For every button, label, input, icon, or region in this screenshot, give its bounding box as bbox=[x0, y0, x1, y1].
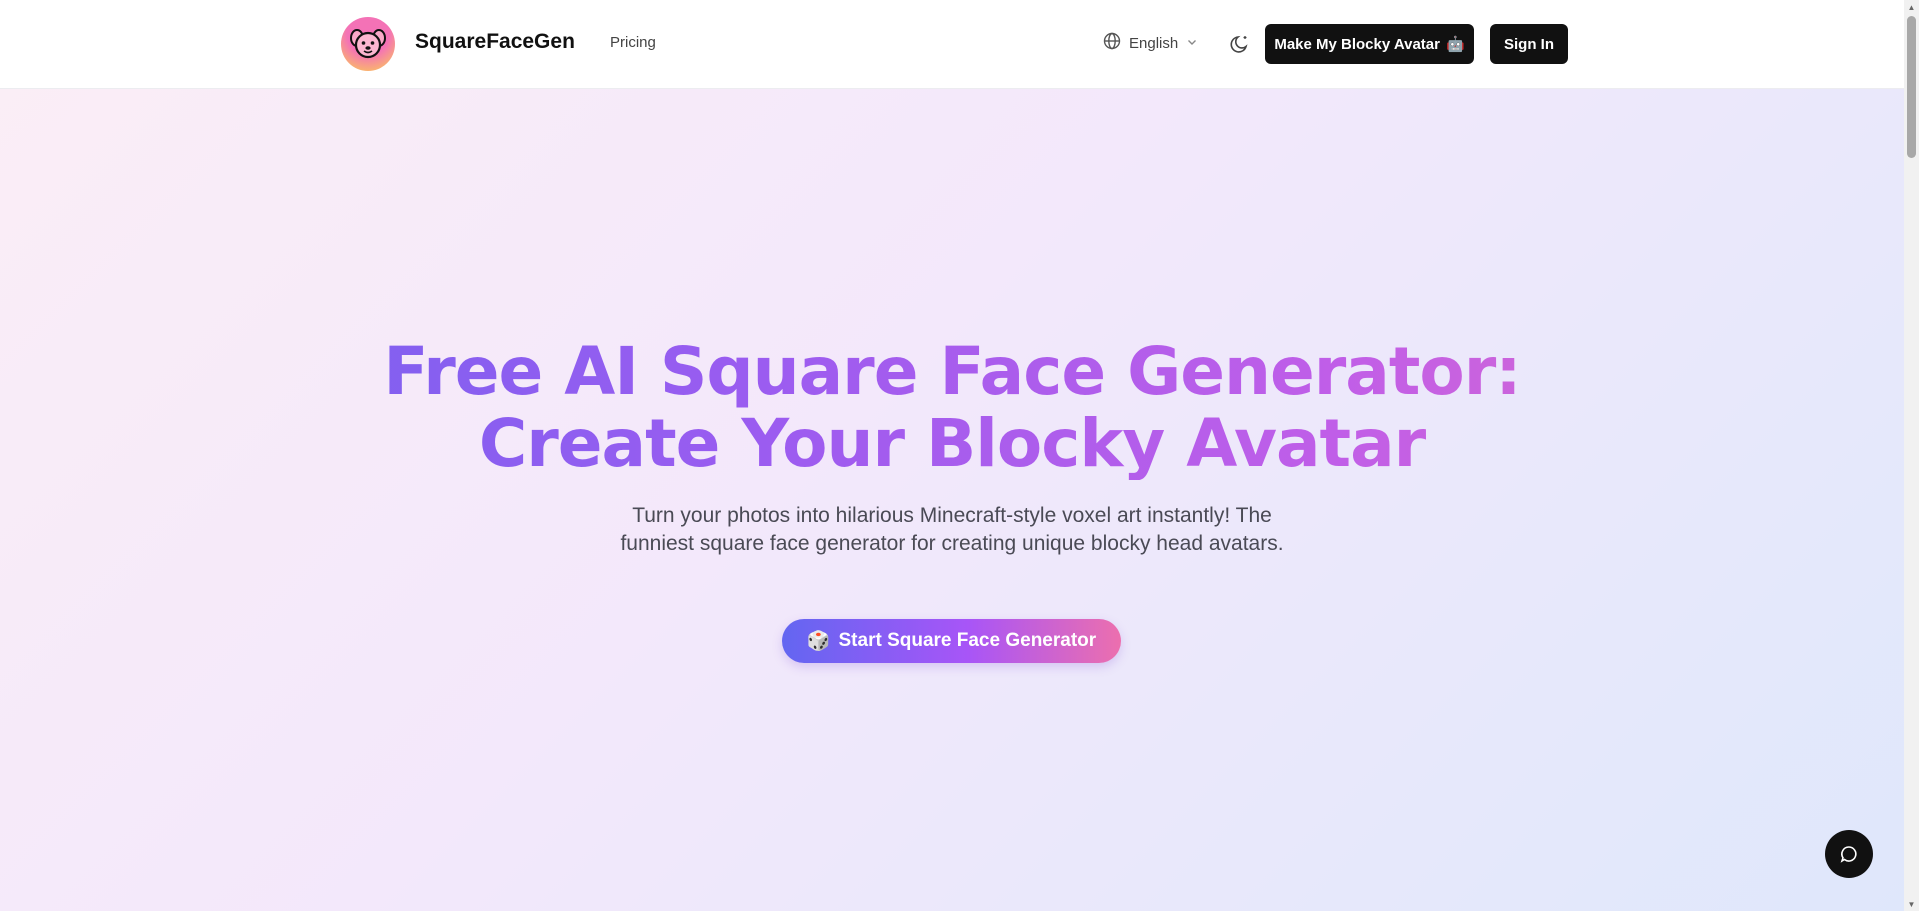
make-avatar-button[interactable]: Make My Blocky Avatar 🤖 bbox=[1265, 24, 1474, 64]
site-header: SquareFaceGen Pricing English Make My Bl… bbox=[0, 0, 1904, 89]
language-label: English bbox=[1129, 34, 1179, 52]
hero-title-line1: Free AI Square Face Generator: bbox=[383, 333, 1521, 410]
start-generator-label: Start Square Face Generator bbox=[838, 630, 1097, 651]
start-generator-button[interactable]: 🎲 Start Square Face Generator bbox=[782, 619, 1121, 663]
chevron-down-icon bbox=[1186, 35, 1198, 52]
hero-subtitle: Turn your photos into hilarious Minecraf… bbox=[620, 504, 1284, 555]
language-selector[interactable]: English bbox=[1103, 32, 1198, 54]
page-background: SquareFaceGen Pricing English Make My Bl… bbox=[0, 0, 1904, 911]
scrollbar-thumb[interactable] bbox=[1907, 16, 1916, 158]
scroll-up-arrow-icon[interactable]: ▲ bbox=[1904, 0, 1919, 14]
vertical-scrollbar[interactable]: ▲ ▼ bbox=[1904, 0, 1919, 911]
dice-icon: 🎲 bbox=[806, 631, 831, 652]
logo-dog-icon[interactable] bbox=[341, 17, 395, 71]
sign-in-button[interactable]: Sign In bbox=[1490, 24, 1568, 64]
nav-pricing-link[interactable]: Pricing bbox=[610, 34, 656, 51]
globe-icon bbox=[1103, 32, 1121, 54]
scroll-down-arrow-icon[interactable]: ▼ bbox=[1904, 897, 1919, 911]
robot-emoji-icon: 🤖 bbox=[1445, 36, 1465, 53]
theme-toggle-moon-icon[interactable] bbox=[1228, 32, 1252, 56]
hero-title-line2: Create Your Blocky Avatar bbox=[478, 405, 1426, 482]
chat-bubble-icon[interactable] bbox=[1825, 830, 1873, 878]
make-avatar-label: Make My Blocky Avatar bbox=[1274, 35, 1440, 53]
brand-name[interactable]: SquareFaceGen bbox=[415, 30, 575, 54]
hero-title: Free AI Square Face Generator: Create Yo… bbox=[0, 336, 1904, 480]
